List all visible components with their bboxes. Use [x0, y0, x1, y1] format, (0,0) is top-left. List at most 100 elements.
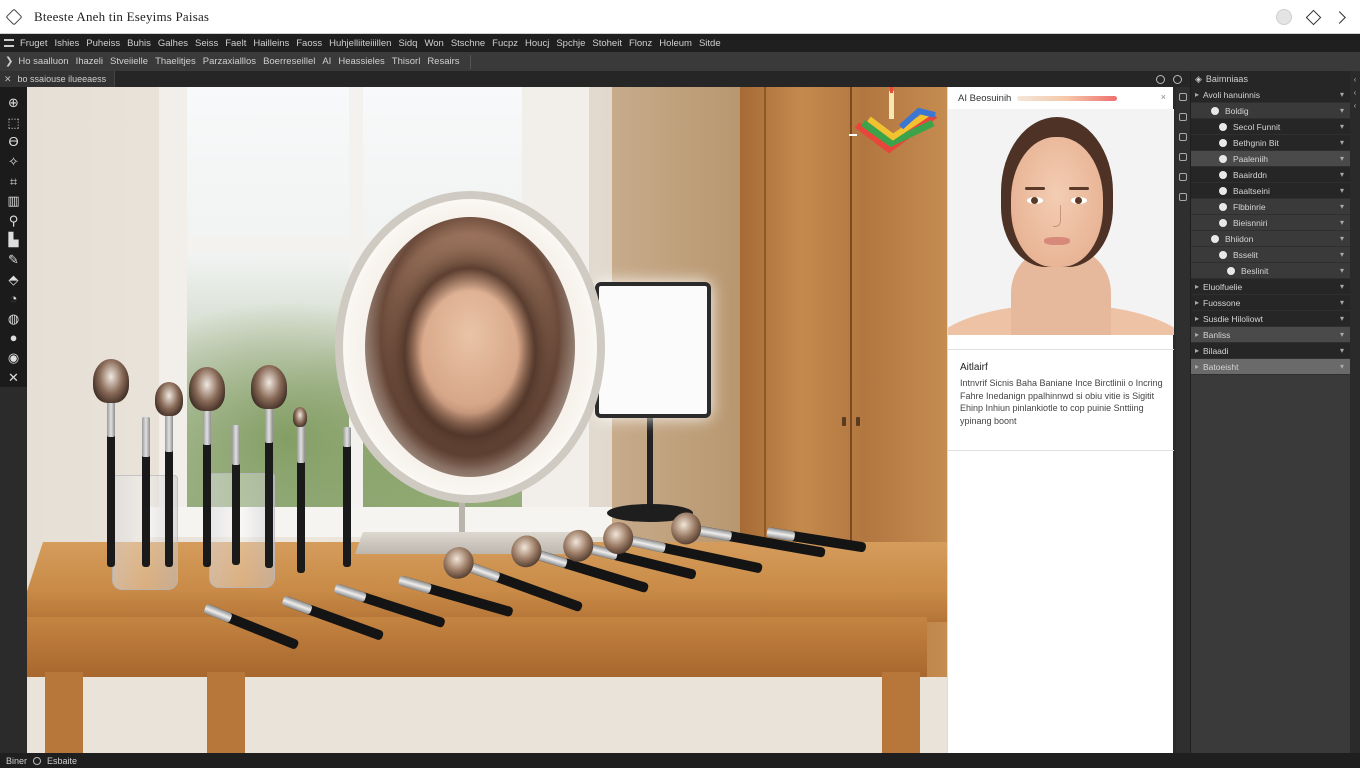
chevron-right-icon[interactable]	[1333, 10, 1346, 24]
hamburger-menu-icon[interactable]	[4, 39, 14, 47]
layer-row[interactable]: ▸ Banliss ▾	[1191, 327, 1350, 343]
layer-visibility-icon[interactable]	[1219, 202, 1227, 211]
layer-row[interactable]: Bieisnniri ▾	[1191, 215, 1350, 231]
menu-item[interactable]: Holeum	[659, 38, 692, 49]
expand-arrow-icon[interactable]: ▸	[1195, 362, 1203, 371]
chevron-down-icon[interactable]: ▾	[1340, 218, 1344, 227]
menu-item[interactable]: Seiss	[195, 38, 218, 49]
share-diamond-icon[interactable]	[1305, 9, 1322, 25]
lasso-icon[interactable]: ϴ	[4, 132, 24, 152]
chevron-down-icon[interactable]: ▾	[1340, 154, 1344, 163]
layer-visibility-icon[interactable]	[1211, 106, 1219, 115]
layer-row[interactable]: ▸ Eluolfuelie ▾	[1191, 279, 1350, 295]
expand-arrow-icon[interactable]: ▸	[1195, 330, 1203, 339]
chevron-down-icon[interactable]: ▾	[1340, 138, 1344, 147]
layer-visibility-icon[interactable]	[1219, 170, 1227, 179]
chevron-down-icon[interactable]: ▾	[1340, 170, 1344, 179]
option-item[interactable]: Resairs	[427, 56, 459, 67]
expand-arrow-icon[interactable]: ▸	[1195, 90, 1203, 99]
chevron-down-icon[interactable]: ▾	[1340, 250, 1344, 259]
menu-item[interactable]: Galhes	[158, 38, 188, 49]
chevron-down-icon[interactable]: ▾	[1340, 122, 1344, 131]
chevron-down-icon[interactable]: ▾	[1340, 202, 1344, 211]
layer-row[interactable]: ▸ Fuossone ▾	[1191, 295, 1350, 311]
menu-item[interactable]: Flonz	[629, 38, 652, 49]
healing-brush-icon[interactable]: ▙	[4, 230, 24, 250]
move-icon[interactable]: ⊕	[4, 93, 24, 113]
chevron-down-icon[interactable]: ▾	[1340, 314, 1344, 323]
panel-toggle-icon[interactable]	[1179, 173, 1187, 181]
chevron-left-icon[interactable]: ‹	[1350, 88, 1360, 97]
ai-strength-slider[interactable]	[1017, 95, 1118, 101]
crop-icon[interactable]: ⌗	[4, 171, 24, 191]
chevron-down-icon[interactable]: ▾	[1340, 282, 1344, 291]
brush-icon[interactable]: ✎	[4, 250, 24, 270]
layer-row[interactable]: Secol Funnit ▾	[1191, 119, 1350, 135]
option-item[interactable]: Ho saalluon	[18, 56, 68, 67]
option-item-ai[interactable]: AI	[322, 56, 331, 67]
layer-row[interactable]: ▸ Avoli hanuinnis ▾	[1191, 87, 1350, 103]
menu-item[interactable]: Sidq	[398, 38, 417, 49]
menu-item[interactable]: Fruget	[20, 38, 47, 49]
chevron-down-icon[interactable]: ▾	[1340, 362, 1344, 371]
layer-visibility-icon[interactable]	[1219, 154, 1227, 163]
layer-row[interactable]: Bhiidon ▾	[1191, 231, 1350, 247]
menu-item[interactable]: Faelt	[225, 38, 246, 49]
dodge-icon[interactable]: ●	[4, 328, 24, 348]
layer-row[interactable]: Bethgnin Bit ▾	[1191, 135, 1350, 151]
option-item[interactable]: Thaelitjes	[155, 56, 196, 67]
type-icon[interactable]: ✕	[4, 367, 24, 387]
layer-visibility-icon[interactable]	[1219, 218, 1227, 227]
chevron-down-icon[interactable]: ▾	[1340, 106, 1344, 115]
option-item[interactable]: Stveiielle	[110, 56, 148, 67]
layer-row[interactable]: Baaltseini ▾	[1191, 183, 1350, 199]
menu-item[interactable]: Puheiss	[86, 38, 120, 49]
chevron-down-icon[interactable]: ▾	[1340, 346, 1344, 355]
eraser-icon[interactable]: ◔	[4, 289, 24, 309]
layer-row[interactable]: ▸ Susdie Hiloliowt ▾	[1191, 311, 1350, 327]
panel-toggle-icon[interactable]	[1179, 153, 1187, 161]
document-canvas[interactable]	[27, 87, 947, 753]
pen-icon[interactable]: ◉	[4, 348, 24, 368]
panel-toggle-icon[interactable]	[1179, 93, 1187, 101]
option-item[interactable]: Parzaxialllos	[203, 56, 256, 67]
frame-icon[interactable]: ▥	[4, 191, 24, 211]
layer-row[interactable]: ▸ Batoeisht ▾	[1191, 359, 1350, 375]
layer-row[interactable]: Baairddn ▾	[1191, 167, 1350, 183]
gradient-icon[interactable]: ◍	[4, 309, 24, 329]
layer-visibility-icon[interactable]	[1227, 266, 1235, 275]
expand-arrow-icon[interactable]: ▸	[1195, 346, 1203, 355]
menu-item[interactable]: Spchje	[556, 38, 585, 49]
layer-row[interactable]: Bsselit ▾	[1191, 247, 1350, 263]
zoom-icon[interactable]	[33, 756, 42, 765]
clone-stamp-icon[interactable]: ⬘	[4, 269, 24, 289]
menu-item[interactable]: Won	[424, 38, 443, 49]
expand-arrow-icon[interactable]: ▸	[1195, 282, 1203, 291]
layer-visibility-icon[interactable]	[1219, 250, 1227, 259]
chevron-left-icon[interactable]: ‹	[1350, 101, 1360, 110]
layer-visibility-icon[interactable]	[1219, 186, 1227, 195]
menu-item[interactable]: Ishies	[54, 38, 79, 49]
close-tab-icon[interactable]: ✕	[4, 74, 12, 85]
menu-item[interactable]: Stschne	[451, 38, 485, 49]
menu-item[interactable]: Sitde	[699, 38, 721, 49]
chevron-down-icon[interactable]: ▾	[1340, 90, 1344, 99]
menu-item[interactable]: Faoss	[296, 38, 322, 49]
close-icon[interactable]: ×	[1161, 92, 1166, 102]
menu-item[interactable]: Buhis	[127, 38, 151, 49]
chevron-down-icon[interactable]: ▾	[1340, 234, 1344, 243]
cloud-icon[interactable]	[1173, 74, 1182, 84]
layer-row[interactable]: Flbbinrie ▾	[1191, 199, 1350, 215]
menu-item[interactable]: Houcj	[525, 38, 549, 49]
eyedropper-icon[interactable]: ⚲	[4, 211, 24, 231]
layer-row[interactable]: Boldig ▾	[1191, 103, 1350, 119]
layer-row[interactable]: Paaleniih ▾	[1191, 151, 1350, 167]
circle-icon[interactable]	[1156, 74, 1165, 84]
chevron-down-icon[interactable]: ▾	[1340, 298, 1344, 307]
chevron-down-icon[interactable]: ▾	[1340, 266, 1344, 275]
magic-wand-icon[interactable]: ✧	[4, 152, 24, 172]
tool-preset-icon[interactable]: ❯	[5, 56, 13, 67]
option-item[interactable]: Boerreseillel	[263, 56, 315, 67]
panel-toggle-icon[interactable]	[1179, 133, 1187, 141]
ai-generated-portrait[interactable]	[948, 109, 1174, 335]
